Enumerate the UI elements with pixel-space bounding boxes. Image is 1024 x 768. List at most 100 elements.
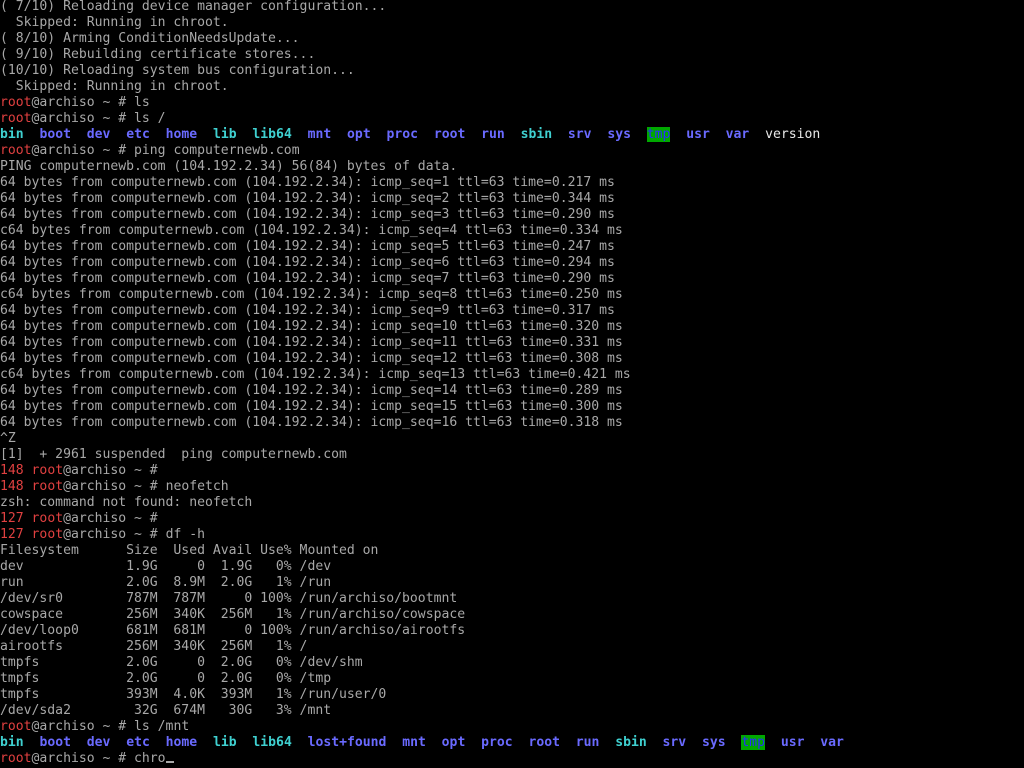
terminal-line: 127 root@archiso ~ # <box>0 511 1024 527</box>
terminal-text: c64 bytes from computernewb.com (104.192… <box>0 367 631 382</box>
terminal-text: Skipped: Running in chroot. <box>0 15 229 30</box>
terminal-line: root@archiso ~ # ping computernewb.com <box>0 143 1024 159</box>
terminal-text: [1] + 2961 suspended ping computernewb.c… <box>0 447 347 462</box>
terminal-text: 64 bytes from computernewb.com (104.192.… <box>0 239 615 254</box>
terminal-text: root <box>0 143 32 158</box>
terminal-text: Filesystem Size Used Avail Use% Mounted … <box>0 543 379 558</box>
terminal-line: 64 bytes from computernewb.com (104.192.… <box>0 303 1024 319</box>
terminal-text: root <box>31 527 64 542</box>
terminal-text: 64 bytes from computernewb.com (104.192.… <box>0 383 623 398</box>
terminal-text: tmp <box>646 127 671 142</box>
terminal-text: /dev/sda2 32G 674M 30G 3% /mnt <box>0 703 332 718</box>
terminal-text: dev 1.9G 0 1.9G 0% /dev <box>0 559 332 574</box>
terminal-text: lib <box>212 735 237 750</box>
terminal-text: 64 bytes from computernewb.com (104.192.… <box>0 351 623 366</box>
terminal-line: 148 root@archiso ~ # neofetch <box>0 479 1024 495</box>
terminal-text: root <box>31 511 64 526</box>
terminal-text: c64 bytes from computernewb.com (104.192… <box>0 223 623 238</box>
terminal-text: sys <box>701 735 726 750</box>
terminal-text: 64 bytes from computernewb.com (104.192.… <box>0 175 615 190</box>
terminal-text: usr <box>686 127 710 142</box>
terminal-line: cowspace 256M 340K 256M 1% /run/archiso/… <box>0 607 1024 623</box>
terminal-line: 148 root@archiso ~ # <box>0 463 1024 479</box>
terminal-text: home <box>165 127 198 142</box>
terminal-text: lib <box>212 127 237 142</box>
terminal-text: @archiso ~ # ls <box>31 95 150 110</box>
terminal-line: 64 bytes from computernewb.com (104.192.… <box>0 319 1024 335</box>
terminal-text: home <box>165 735 198 750</box>
terminal-text: srv <box>662 735 687 750</box>
terminal-text: @archiso ~ # chro <box>31 751 166 766</box>
terminal-line: 64 bytes from computernewb.com (104.192.… <box>0 415 1024 431</box>
terminal-text: etc <box>126 127 150 142</box>
terminal-line: ( 7/10) Reloading device manager configu… <box>0 0 1024 15</box>
terminal-text: run <box>481 127 505 142</box>
terminal-line: Skipped: Running in chroot. <box>0 15 1024 31</box>
terminal-text: lib64 <box>252 735 292 750</box>
terminal-text: run 2.0G 8.9M 2.0G 1% /run <box>0 575 332 590</box>
terminal-line: /dev/sr0 787M 787M 0 100% /run/archiso/b… <box>0 591 1024 607</box>
terminal-text: boot <box>39 735 71 750</box>
terminal-text: sbin <box>615 735 647 750</box>
terminal-text: lost+found <box>307 735 387 750</box>
terminal-line: root@archiso ~ # ls / <box>0 111 1024 127</box>
terminal-line: 64 bytes from computernewb.com (104.192.… <box>0 383 1024 399</box>
terminal-line: /dev/loop0 681M 681M 0 100% /run/archiso… <box>0 623 1024 639</box>
terminal-text: root <box>0 751 32 766</box>
terminal-text: root <box>0 111 32 126</box>
terminal-text: root <box>433 127 466 142</box>
terminal-text: bin <box>0 127 24 142</box>
terminal-text: 64 bytes from computernewb.com (104.192.… <box>0 399 623 414</box>
terminal-text: 64 bytes from computernewb.com (104.192.… <box>0 271 615 286</box>
terminal-text: 127 <box>0 511 24 526</box>
terminal-text: airootfs 256M 340K 256M 1% / <box>0 639 308 654</box>
terminal-line: dev 1.9G 0 1.9G 0% /dev <box>0 559 1024 575</box>
terminal-text: 64 bytes from computernewb.com (104.192.… <box>0 191 615 206</box>
terminal-text: sbin <box>520 127 553 142</box>
terminal-line: 64 bytes from computernewb.com (104.192.… <box>0 271 1024 287</box>
terminal-console[interactable]: ( 7/10) Reloading device manager configu… <box>0 0 1024 768</box>
command-prompt-line[interactable]: root@archiso ~ # chro <box>0 751 1024 767</box>
terminal-text: var <box>725 127 750 142</box>
terminal-line: ^Z <box>0 431 1024 447</box>
terminal-text: boot <box>39 127 71 142</box>
terminal-line: 64 bytes from computernewb.com (104.192.… <box>0 175 1024 191</box>
terminal-line: Filesystem Size Used Avail Use% Mounted … <box>0 543 1024 559</box>
terminal-line: 64 bytes from computernewb.com (104.192.… <box>0 239 1024 255</box>
terminal-line: tmpfs 393M 4.0K 393M 1% /run/user/0 <box>0 687 1024 703</box>
terminal-line: root@archiso ~ # ls /mnt <box>0 719 1024 735</box>
terminal-text: bin <box>0 735 24 750</box>
terminal-line: PING computernewb.com (104.192.2.34) 56(… <box>0 159 1024 175</box>
terminal-text: srv <box>567 127 592 142</box>
terminal-text: var <box>820 735 844 750</box>
terminal-text: 64 bytes from computernewb.com (104.192.… <box>0 303 615 318</box>
terminal-text: dev <box>86 127 111 142</box>
terminal-line: Skipped: Running in chroot. <box>0 79 1024 95</box>
